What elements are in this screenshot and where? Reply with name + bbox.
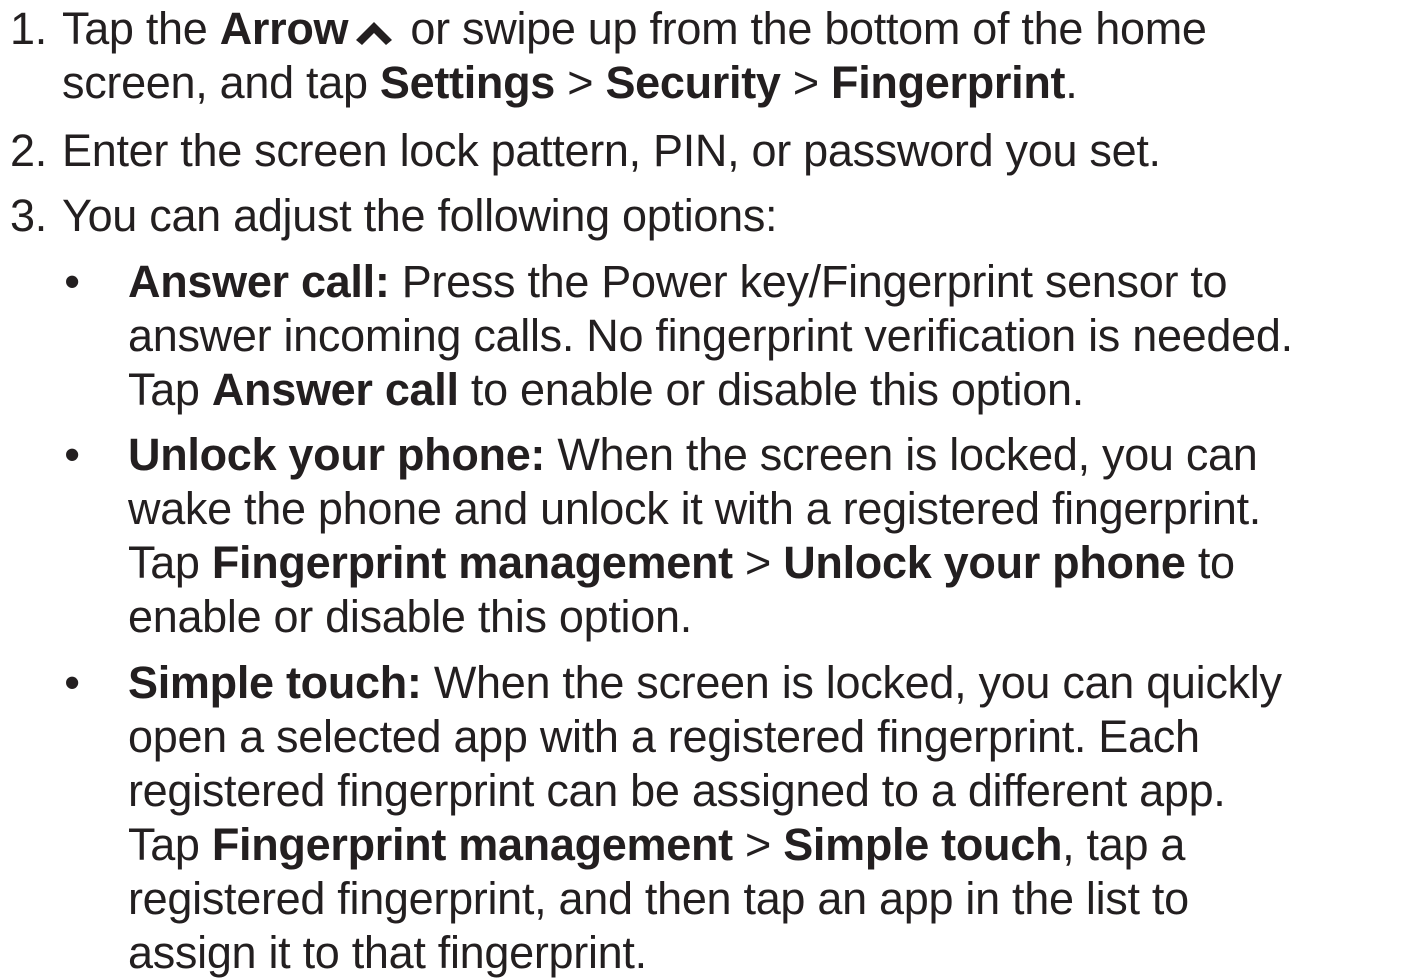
step-text: Enter the screen lock pattern, PIN, or p… (62, 125, 1161, 176)
bullet-icon: • (64, 429, 80, 480)
step-text: You can adjust the following options: (62, 190, 778, 241)
step-number: 2. (10, 125, 47, 176)
fingerprint-label: Fingerprint (831, 57, 1066, 108)
step-line: Tap the Arrow or swipe up from the botto… (62, 3, 1207, 54)
arrow-label: Arrow (219, 3, 349, 54)
bullet-icon: • (64, 657, 80, 708)
option-title: Unlock your phone: (128, 429, 546, 480)
settings-label: Settings (379, 57, 556, 108)
option-title: Simple touch: (128, 657, 422, 708)
option-text: Answer call: Press the Power key/Fingerp… (128, 256, 1293, 415)
bullet-icon: • (64, 256, 80, 307)
step-text: Tap the Arrow or swipe up from the botto… (62, 2, 1417, 110)
security-label: Security (605, 57, 781, 108)
option-title: Answer call: (128, 256, 390, 307)
arrow-up-icon (352, 16, 396, 46)
step-number: 3. (10, 190, 47, 241)
option-text: Simple touch: When the screen is locked,… (128, 657, 1282, 978)
step-number: 1. (10, 3, 47, 54)
option-text: Unlock your phone: When the screen is lo… (128, 429, 1261, 642)
instructions-document: 1. Tap the Arrow or swipe up from the bo… (0, 0, 1423, 978)
step-line: screen, and tap Settings > Security > Fi… (62, 57, 1078, 108)
